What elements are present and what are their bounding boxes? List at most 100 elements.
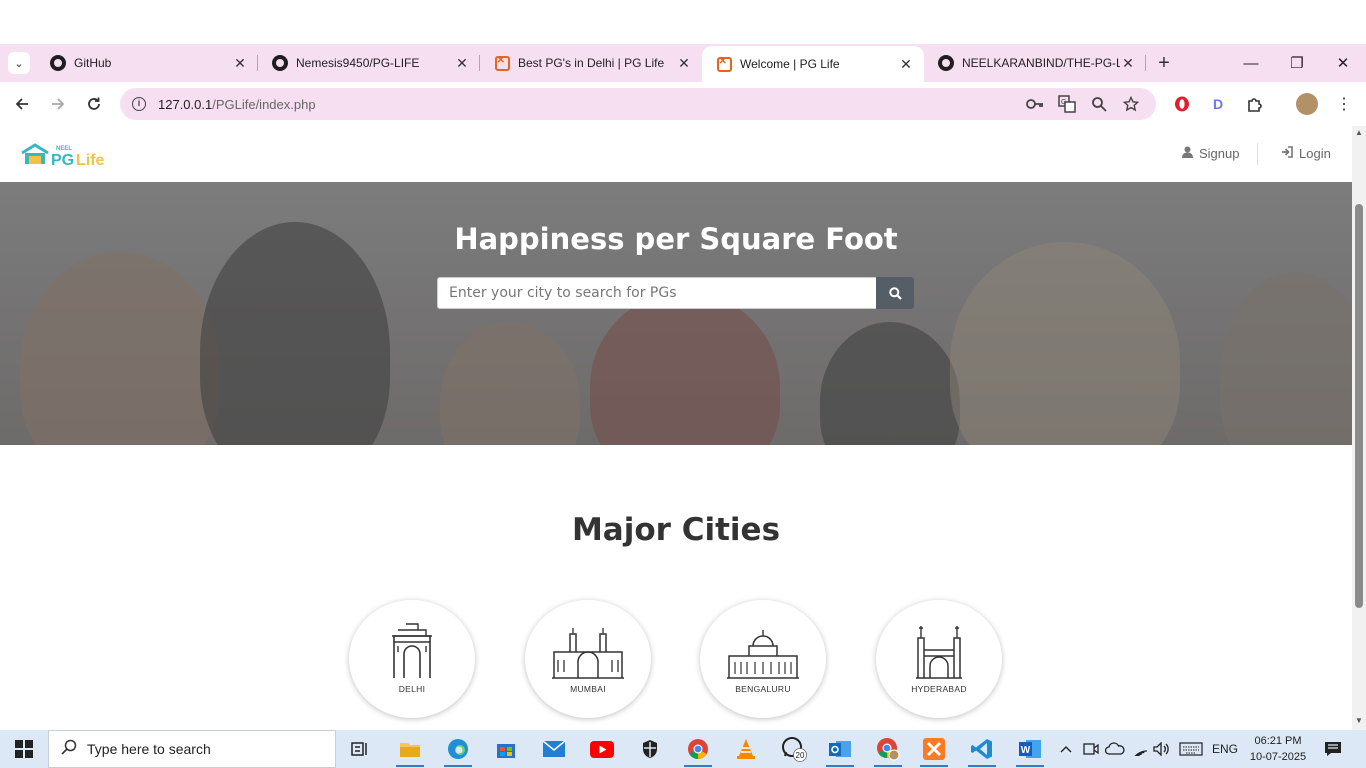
city-card-bengaluru[interactable]: BENGALURU: [700, 600, 826, 718]
site-logo[interactable]: NEEL PG Life: [20, 141, 110, 169]
close-window-button[interactable]: ✕: [1320, 44, 1366, 82]
xampp-icon[interactable]: [914, 733, 954, 767]
windows-taskbar: Type here to search 20 W ENG 06:21 PM 10…: [0, 730, 1366, 768]
page-content: NEEL PG Life Signup Login Happiness per …: [0, 126, 1352, 730]
tab-bar: ⌄ GitHub ✕ Nemesis9450/PG-LIFE ✕ Best PG…: [0, 44, 1366, 82]
tab-title: Best PG's in Delhi | PG Life: [518, 56, 665, 70]
tab-search-button[interactable]: ⌄: [8, 52, 30, 74]
translate-icon[interactable]: G: [1058, 95, 1076, 113]
meet-icon[interactable]: [1082, 730, 1100, 768]
task-view-icon[interactable]: [340, 733, 380, 765]
file-explorer-icon[interactable]: [390, 733, 430, 767]
youtube-icon[interactable]: [582, 733, 622, 765]
language-indicator[interactable]: ENG: [1212, 730, 1238, 768]
vidhana-soudha-icon: [727, 630, 799, 679]
tab-github[interactable]: GitHub ✕: [36, 44, 258, 82]
key-icon[interactable]: [1026, 95, 1044, 113]
city-card-delhi[interactable]: DELHI: [349, 600, 475, 718]
hero-banner: Happiness per Square Foot: [0, 182, 1352, 445]
city-card-hyderabad[interactable]: HYDERABAD: [876, 600, 1002, 718]
arrow-right-icon: [52, 98, 65, 110]
onedrive-icon[interactable]: [1104, 730, 1126, 768]
city-card-mumbai[interactable]: MUMBAI: [525, 600, 651, 718]
github-icon: [50, 55, 66, 71]
scroll-up-arrow[interactable]: ▲: [1354, 128, 1364, 138]
city-search: [437, 277, 914, 309]
back-button[interactable]: [4, 86, 40, 122]
signup-link[interactable]: Signup: [1182, 146, 1239, 161]
site-info-icon[interactable]: i: [132, 97, 146, 111]
chevron-down-icon: ⌄: [14, 57, 24, 70]
keyboard-icon[interactable]: [1178, 730, 1204, 768]
github-icon: [938, 55, 954, 71]
bookmark-star-icon[interactable]: [1122, 95, 1140, 113]
windows-logo-icon: [15, 740, 33, 758]
url-text[interactable]: 127.0.0.1/PGLife/index.php: [158, 97, 316, 112]
page-scrollbar[interactable]: ▲ ▼: [1352, 126, 1366, 730]
close-icon[interactable]: ✕: [898, 56, 914, 72]
outlook-icon[interactable]: [820, 733, 860, 767]
notifications-icon[interactable]: [1322, 730, 1344, 768]
vscode-icon[interactable]: [962, 733, 1002, 767]
edge-icon[interactable]: [438, 733, 478, 767]
menu-dots-icon[interactable]: ⋮: [1334, 94, 1354, 114]
mail-icon[interactable]: [534, 733, 574, 765]
new-tab-button[interactable]: +: [1150, 49, 1178, 77]
wifi-icon[interactable]: [1130, 730, 1150, 768]
svg-text:PG: PG: [51, 152, 74, 169]
close-icon[interactable]: ✕: [676, 55, 692, 71]
tab-neelkaranbind[interactable]: NEELKARANBIND/THE-PG-L ✕: [924, 44, 1146, 82]
login-label: Login: [1299, 146, 1331, 161]
tab-title: NEELKARANBIND/THE-PG-L: [962, 56, 1120, 70]
tab-best-pgs-delhi[interactable]: Best PG's in Delhi | PG Life ✕: [480, 44, 702, 82]
clock-date: 10-07-2025: [1249, 751, 1307, 763]
opera-extension-icon[interactable]: [1172, 94, 1192, 114]
tab-welcome-pg-life[interactable]: Welcome | PG Life ✕: [702, 46, 924, 82]
xampp-icon: [716, 56, 732, 72]
forward-button[interactable]: [40, 86, 76, 122]
gateway-of-india-icon: [552, 628, 624, 679]
arrow-left-icon: [15, 98, 28, 110]
close-icon[interactable]: ✕: [1120, 55, 1136, 71]
screen: ⌄ GitHub ✕ Nemesis9450/PG-LIFE ✕ Best PG…: [0, 0, 1366, 768]
xampp-icon: [494, 55, 510, 71]
address-bar: i 127.0.0.1/PGLife/index.php G D ⋮: [0, 82, 1366, 126]
header-divider: [1257, 143, 1258, 165]
tray-chevron-icon[interactable]: [1058, 730, 1074, 768]
zoom-icon[interactable]: [1090, 95, 1108, 113]
whatsapp-icon[interactable]: 20: [774, 733, 814, 765]
d-extension-icon[interactable]: D: [1208, 94, 1228, 114]
scroll-thumb[interactable]: [1355, 204, 1363, 608]
user-icon: [1182, 146, 1193, 161]
start-button[interactable]: [0, 730, 48, 768]
close-icon[interactable]: ✕: [232, 55, 248, 71]
taskbar-search[interactable]: Type here to search: [48, 730, 336, 768]
minimize-button[interactable]: —: [1228, 44, 1274, 82]
scroll-down-arrow[interactable]: ▼: [1354, 716, 1364, 726]
tab-title: Welcome | PG Life: [740, 57, 840, 71]
chrome-icon[interactable]: [678, 733, 718, 767]
restore-button[interactable]: ❐: [1274, 44, 1320, 82]
taskbar-clock[interactable]: 06:21 PM 10-07-2025: [1244, 733, 1312, 765]
microsoft-store-icon[interactable]: [486, 733, 526, 765]
banner-title: Happiness per Square Foot: [454, 222, 898, 256]
city-search-input[interactable]: [437, 277, 876, 309]
major-cities-title: Major Cities: [571, 512, 781, 548]
tab-nemesis-pg-life[interactable]: Nemesis9450/PG-LIFE ✕: [258, 44, 480, 82]
chrome-profile-icon[interactable]: [868, 733, 908, 767]
extensions-puzzle-icon[interactable]: [1244, 94, 1264, 114]
vlc-icon[interactable]: [726, 733, 766, 765]
city-label: HYDERABAD: [911, 684, 967, 694]
profile-avatar[interactable]: [1296, 93, 1318, 115]
login-link[interactable]: Login: [1281, 146, 1331, 161]
search-button[interactable]: [876, 277, 914, 309]
word-icon[interactable]: W: [1010, 733, 1050, 767]
volume-icon[interactable]: [1152, 730, 1172, 768]
india-gate-icon: [392, 623, 432, 678]
reload-button[interactable]: [76, 86, 112, 122]
reload-icon: [88, 97, 100, 110]
omnibox[interactable]: i 127.0.0.1/PGLife/index.php G: [120, 88, 1156, 120]
sign-in-icon: [1281, 146, 1293, 161]
security-shield-icon[interactable]: [630, 733, 670, 765]
close-icon[interactable]: ✕: [454, 55, 470, 71]
